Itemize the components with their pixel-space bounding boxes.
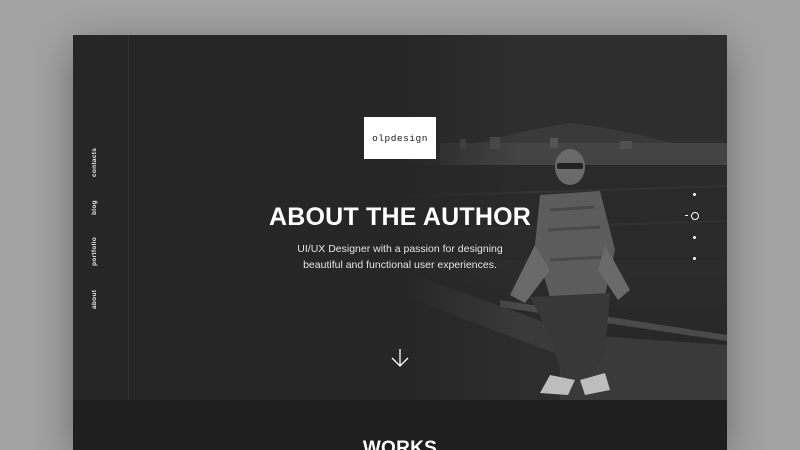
nav-item-about[interactable]: about [91, 285, 111, 313]
side-navigation: contacts blog portfolio about [91, 145, 111, 315]
active-indicator-dash [685, 215, 688, 217]
pagination-dot-active[interactable] [691, 212, 699, 220]
subtitle-line: UI/UX Designer with a passion for design… [297, 243, 503, 255]
grid-line [128, 35, 129, 400]
section-pagination [685, 190, 705, 265]
page-subtitle: UI/UX Designer with a passion for design… [243, 241, 557, 273]
page-title: ABOUT THE AUTHOR [269, 203, 531, 231]
pagination-dot[interactable] [693, 257, 696, 260]
logo[interactable]: olpdesign [364, 117, 436, 159]
works-heading: WORKS [362, 438, 438, 450]
nav-item-contacts[interactable]: contacts [91, 145, 111, 179]
arrow-down-icon[interactable] [389, 347, 411, 369]
subtitle-line: beautiful and functional user experience… [303, 259, 497, 271]
works-section: WORKS [73, 400, 727, 450]
pagination-dot[interactable] [693, 193, 696, 196]
pagination-dot[interactable] [693, 236, 696, 239]
nav-item-portfolio[interactable]: portfolio [91, 233, 111, 269]
hero-section: contacts blog portfolio about olpdesign … [73, 35, 727, 400]
logo-text: olpdesign [372, 132, 428, 144]
nav-item-blog[interactable]: blog [91, 197, 111, 219]
website-frame: contacts blog portfolio about olpdesign … [73, 35, 727, 450]
